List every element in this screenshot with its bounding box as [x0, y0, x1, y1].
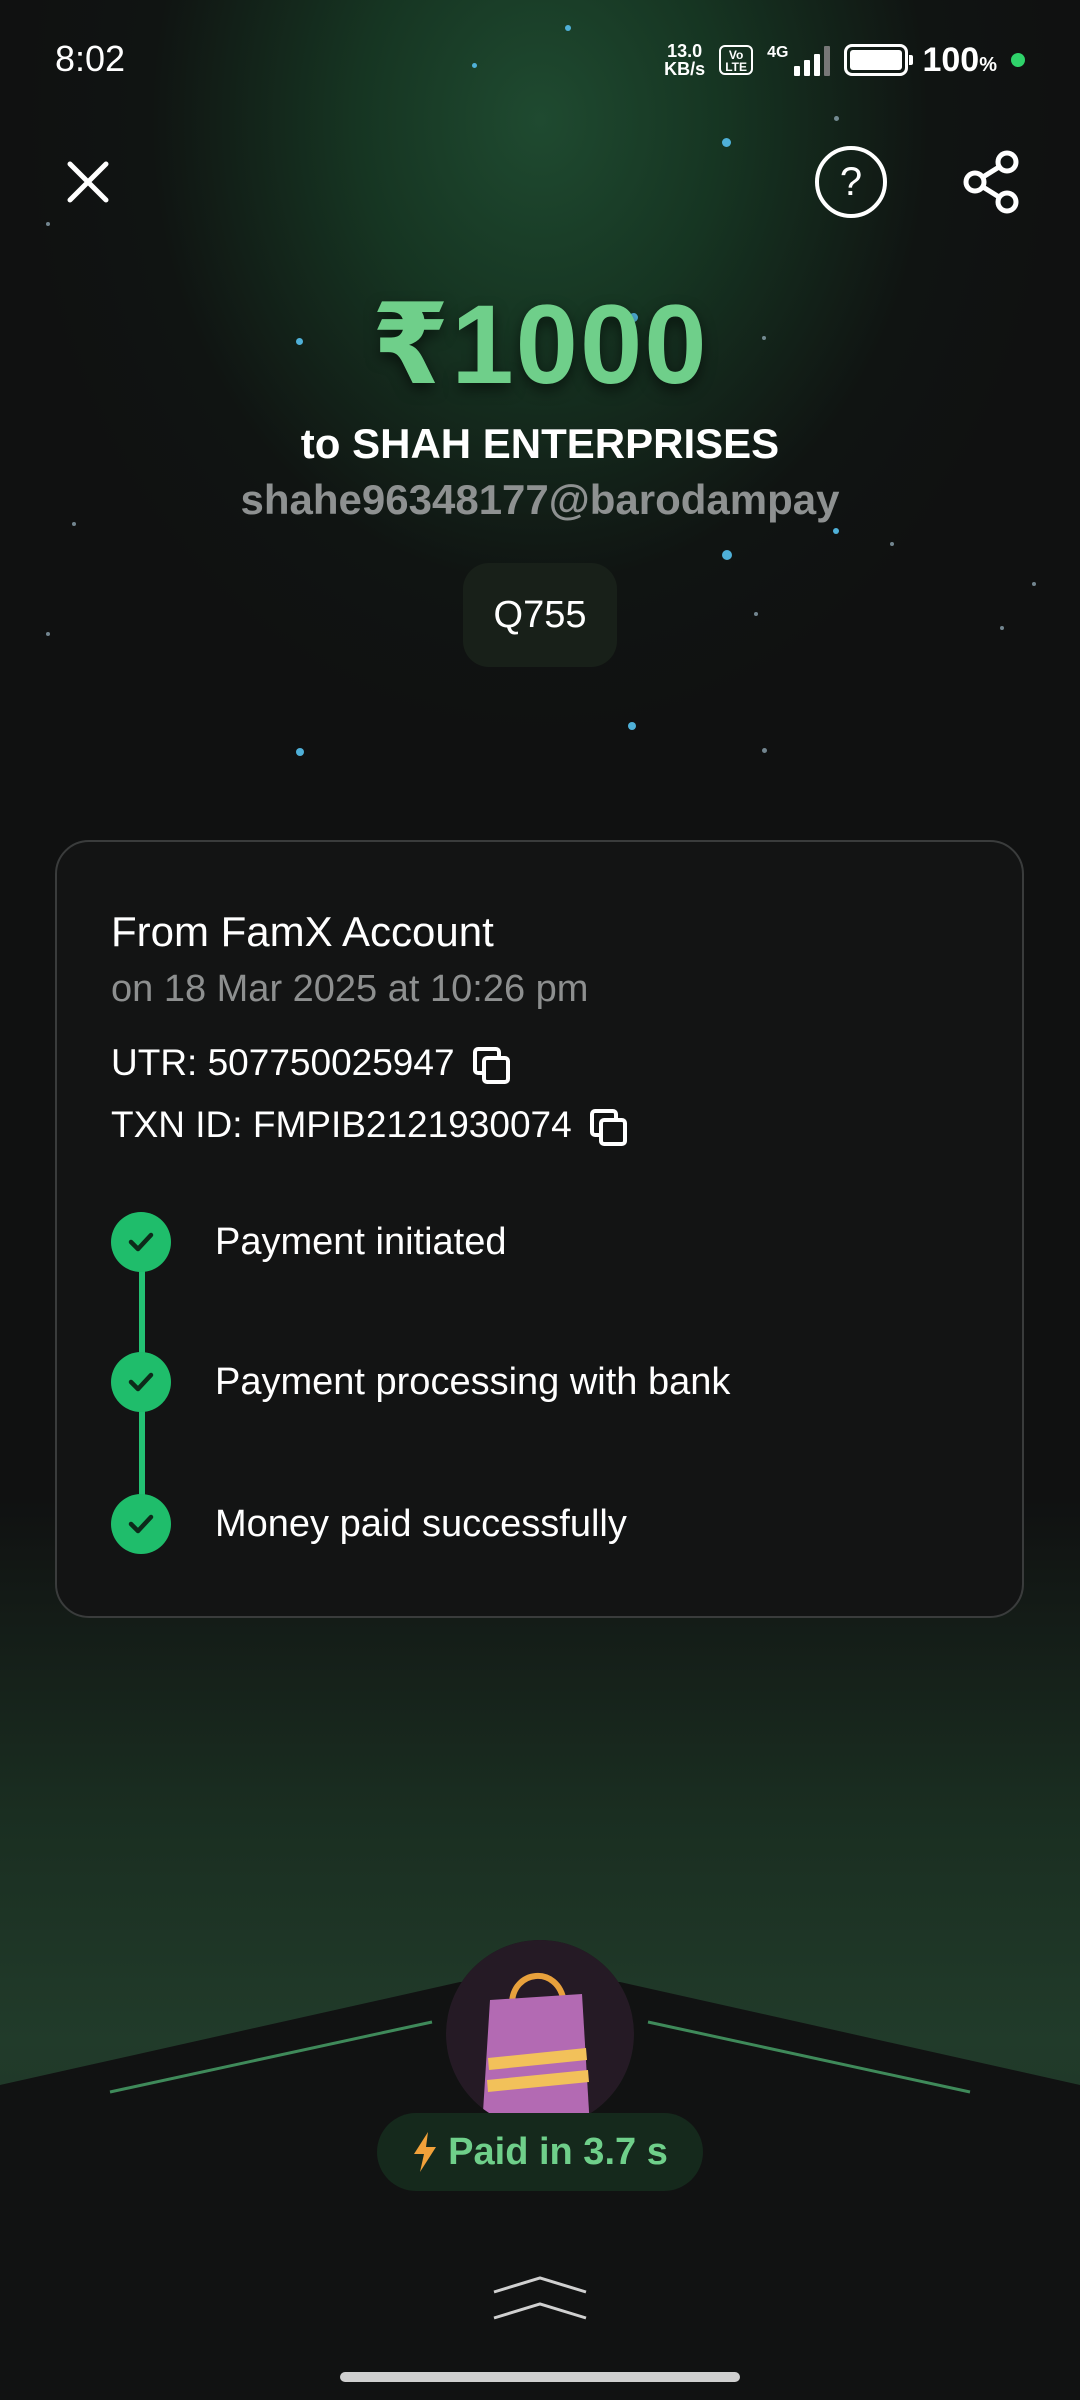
paid-duration-text: Paid in 3.7 s: [448, 2130, 668, 2173]
share-icon: [963, 150, 1019, 214]
bag-badge: [446, 1940, 634, 2128]
sparkle-dot: [46, 632, 50, 636]
share-button[interactable]: [955, 146, 1027, 218]
battery-percent: 100%: [922, 40, 997, 79]
timeline-step-label: Payment processing with bank: [215, 1360, 731, 1403]
signal-bar: [824, 46, 831, 76]
network-speed: 13.0 KB/s: [664, 42, 705, 78]
status-bar: 8:02 13.0 KB/s Vo LTE 4G 100%: [0, 0, 1080, 120]
timeline-step: Payment processing with bank: [111, 1352, 730, 1412]
chevron-up-icon: [493, 2276, 587, 2320]
sparkle-dot: [628, 722, 636, 730]
check-icon: [111, 1494, 171, 1554]
expand-up-button[interactable]: [490, 2270, 590, 2330]
payment-note-chip: Q755: [463, 563, 617, 667]
close-icon: [67, 161, 109, 203]
utr-value: UTR: 507750025947: [111, 1042, 455, 1083]
bolt-icon: [414, 2132, 437, 2172]
signal-bar: [814, 54, 821, 76]
home-indicator[interactable]: [340, 2372, 740, 2382]
sparkle-dot: [722, 550, 732, 560]
status-indicators: 13.0 KB/s Vo LTE 4G 100%: [664, 38, 1025, 82]
network-speed-value: 13.0: [667, 41, 703, 61]
source-account: From FamX Account: [111, 908, 494, 955]
privacy-indicator-dot: [1011, 53, 1025, 67]
payment-note: Q755: [493, 593, 587, 636]
copy-utr-icon[interactable]: [471, 1045, 510, 1084]
txn-id-row: TXN ID: FMPIB2121930074: [111, 1104, 627, 1146]
sparkle-dot: [833, 528, 839, 534]
shopping-bag-icon: [446, 1940, 634, 2128]
volte-icon: Vo LTE: [719, 45, 754, 75]
txn-id-value: TXN ID: FMPIB2121930074: [111, 1104, 572, 1145]
timeline-step: Payment initiated: [111, 1212, 507, 1272]
battery-icon: [844, 44, 914, 76]
payment-status-timeline: Payment initiated Payment processing wit…: [111, 1212, 971, 1554]
transaction-details-card: From FamX Account on 18 Mar 2025 at 10:2…: [55, 840, 1024, 1618]
sparkle-dot: [1000, 626, 1004, 630]
transaction-date: on 18 Mar 2025 at 10:26 pm: [111, 968, 589, 1010]
timeline-step-label: Payment initiated: [215, 1220, 507, 1263]
check-icon: [111, 1352, 171, 1412]
close-button[interactable]: [52, 146, 124, 218]
sparkle-dot: [754, 612, 758, 616]
help-button[interactable]: ?: [815, 146, 887, 218]
signal-bar: [804, 60, 811, 76]
copy-txn-id-icon[interactable]: [588, 1107, 627, 1146]
sparkle-dot: [46, 222, 50, 226]
sparkle-dot: [1032, 582, 1036, 586]
check-icon: [111, 1212, 171, 1272]
signal-icon: 4G: [767, 44, 831, 76]
network-speed-unit: KB/s: [664, 59, 706, 79]
status-time: 8:02: [55, 38, 126, 79]
sparkle-dot: [296, 748, 304, 756]
sparkle-dot: [762, 748, 767, 753]
utr-row: UTR: 507750025947: [111, 1042, 510, 1084]
timeline-step-label: Money paid successfully: [215, 1502, 627, 1545]
payee-name: to SHAH ENTERPRISES: [300, 420, 780, 467]
network-type: 4G: [767, 44, 789, 61]
payee-vpa: shahe96348177@barodampay: [240, 476, 840, 523]
timeline-step: Money paid successfully: [111, 1494, 627, 1554]
payment-amount: ₹1000: [371, 282, 709, 407]
sparkle-dot: [890, 542, 894, 546]
sparkle-dot: [722, 138, 731, 147]
paid-duration-chip: Paid in 3.7 s: [377, 2113, 703, 2191]
signal-bar: [794, 66, 801, 76]
help-icon: ?: [839, 159, 863, 204]
volte-bottom-label: LTE: [725, 60, 748, 74]
